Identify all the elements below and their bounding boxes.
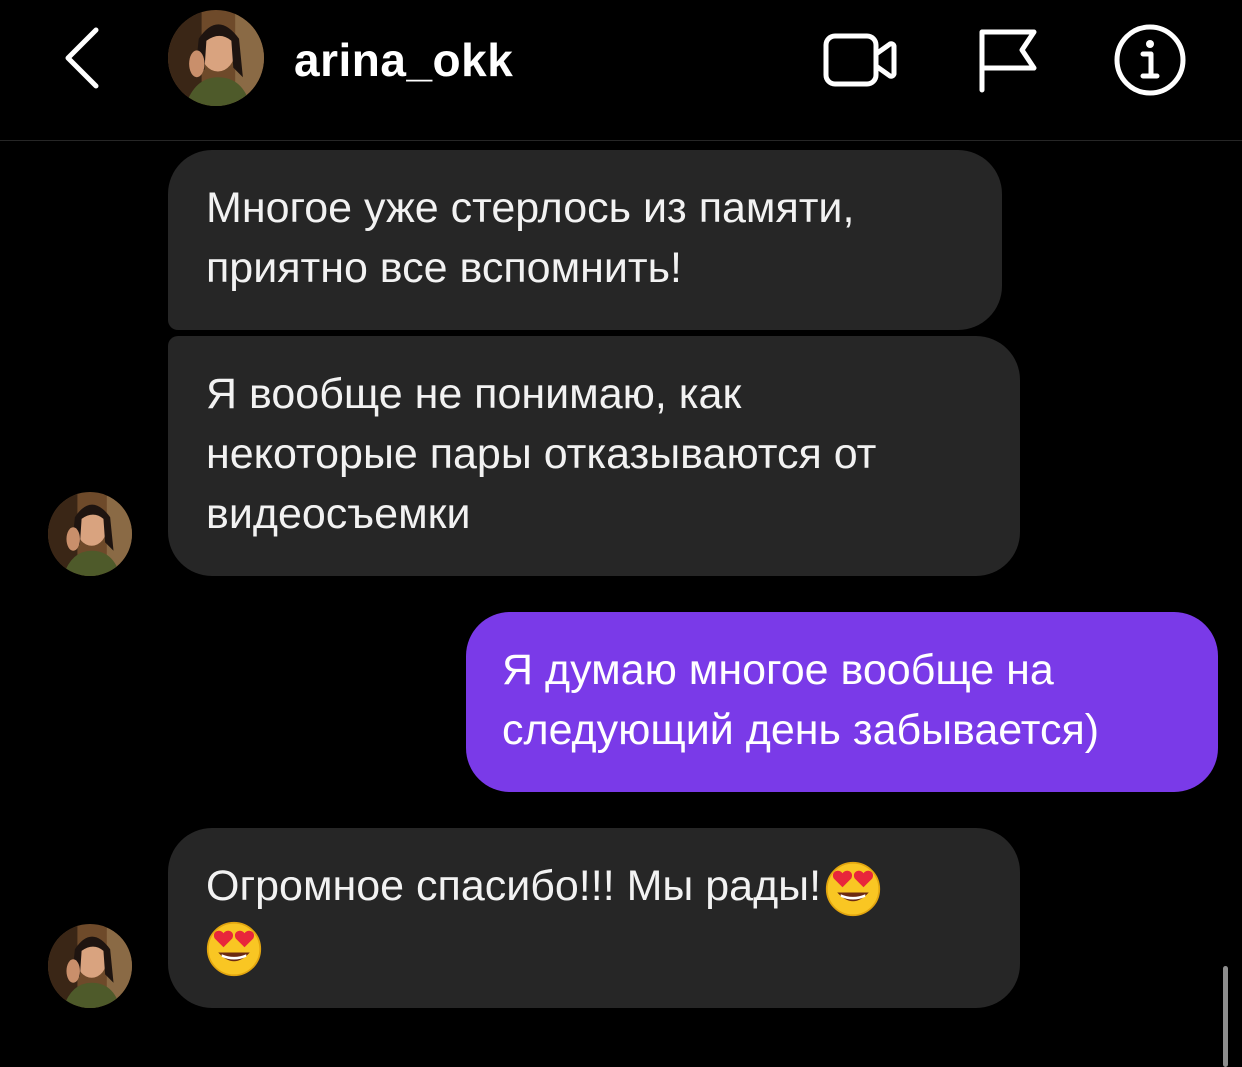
message-text: следующий день забывается) (502, 706, 1100, 754)
message-text: Я вообще не понимаю, как (206, 370, 742, 418)
message-text: некоторые пары отказываются от (206, 430, 877, 478)
video-camera-icon (823, 33, 897, 87)
message-bubble-incoming[interactable]: Огромное спасибо!!! Мы рады! (168, 828, 1020, 1008)
message-text: приятно все вспомнить! (206, 244, 682, 292)
sender-avatar[interactable] (48, 492, 132, 576)
info-button[interactable] (1110, 20, 1190, 100)
report-button[interactable] (970, 20, 1050, 100)
avatar[interactable] (168, 10, 264, 106)
heart-eyes-emoji-icon (825, 861, 881, 917)
chevron-left-icon (65, 27, 99, 89)
message-bubble-outgoing[interactable]: Я думаю многое вообще на следующий день … (466, 612, 1218, 792)
heart-eyes-emoji-icon (206, 921, 262, 977)
message-bubble-incoming[interactable]: Многое уже стерлось из памяти, приятно в… (168, 150, 1002, 330)
flag-icon (979, 29, 1037, 93)
message-text: Я думаю многое вообще на (502, 646, 1054, 694)
message-text: Многое уже стерлось из памяти, (206, 184, 855, 232)
video-call-button[interactable] (820, 20, 900, 100)
username[interactable]: arina_okk (294, 32, 513, 88)
message-text: Огромное спасибо!!! Мы рады! (206, 862, 822, 910)
chat-header: arina_okk (0, 0, 1242, 141)
back-button[interactable] (56, 22, 116, 94)
sender-avatar[interactable] (48, 924, 132, 1008)
message-bubble-incoming[interactable]: Я вообще не понимаю, как некоторые пары … (168, 336, 1020, 576)
info-icon (1114, 24, 1186, 96)
message-text: видеосъемки (206, 490, 471, 538)
scrollbar[interactable] (1223, 966, 1228, 1067)
